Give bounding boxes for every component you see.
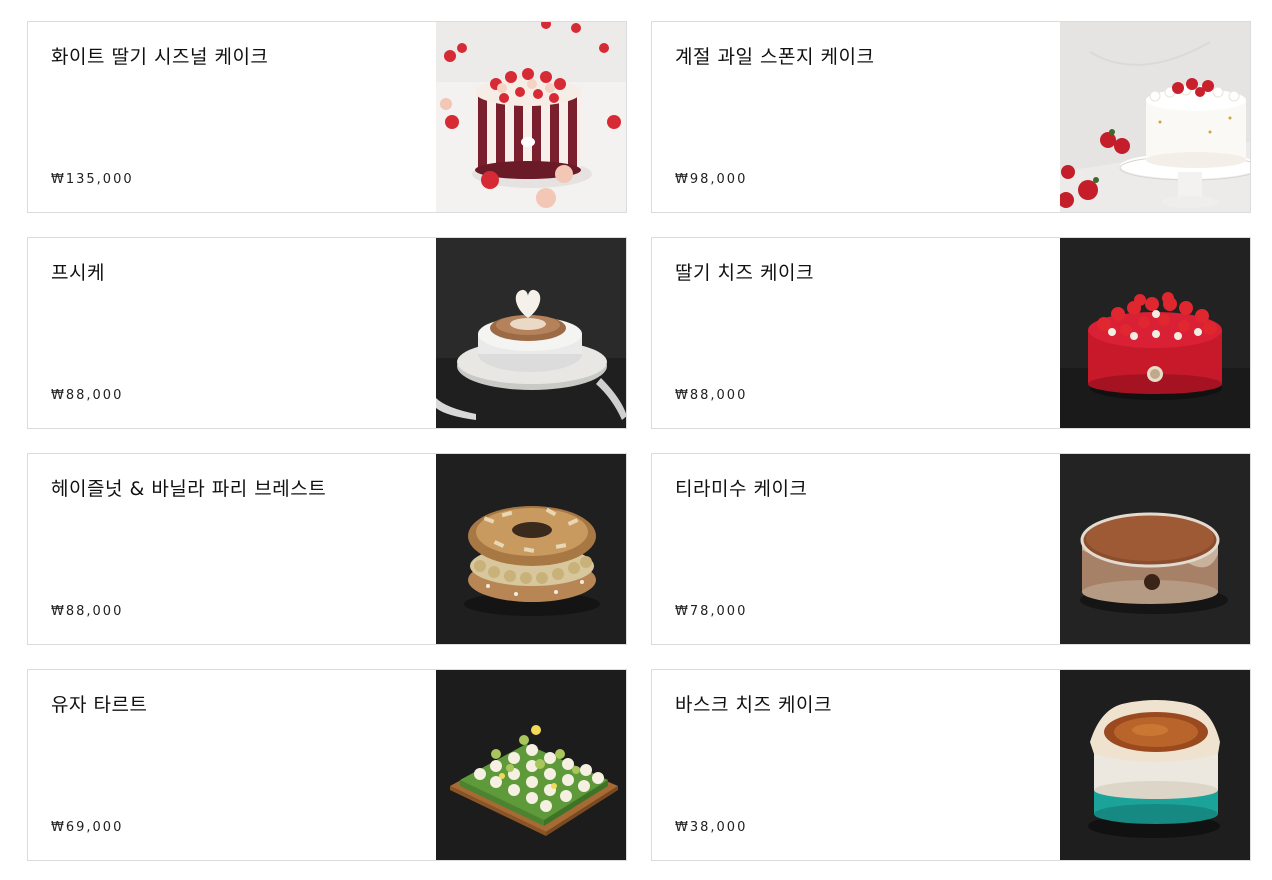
product-image[interactable] <box>435 238 626 428</box>
product-image[interactable] <box>1059 670 1250 860</box>
product-image[interactable] <box>435 22 626 212</box>
product-info: 계절 과일 스폰지 케이크 ₩98,000 <box>652 22 1060 212</box>
product-price: ₩135,000 <box>51 172 134 187</box>
product-info: 프시케 ₩88,000 <box>28 238 436 428</box>
yuzu-tart-photo <box>435 670 626 860</box>
product-image[interactable] <box>1059 454 1250 644</box>
product-card-yuzu-tart[interactable]: 유자 타르트 ₩69,000 <box>27 669 627 861</box>
product-card-seasonal-fruit-sponge-cake[interactable]: 계절 과일 스폰지 케이크 ₩98,000 <box>651 21 1251 213</box>
product-card-basque-cheese-cake[interactable]: 바스크 치즈 케이크 ₩38,000 <box>651 669 1251 861</box>
strawberry-cake-photo <box>435 22 626 212</box>
product-price: ₩88,000 <box>675 388 748 403</box>
product-card-strawberry-cheese-cake[interactable]: 딸기 치즈 케이크 ₩88,000 <box>651 237 1251 429</box>
product-price: ₩78,000 <box>675 604 748 619</box>
basque-cheese-cake-photo <box>1059 670 1250 860</box>
product-price: ₩69,000 <box>51 820 124 835</box>
product-image[interactable] <box>435 454 626 644</box>
product-info: 화이트 딸기 시즈널 케이크 ₩135,000 <box>28 22 436 212</box>
sponge-cake-photo <box>1059 22 1250 212</box>
strawberry-cheese-cake-photo <box>1059 238 1250 428</box>
product-info: 티라미수 케이크 ₩78,000 <box>652 454 1060 644</box>
product-name[interactable]: 프시케 <box>51 258 105 285</box>
product-price: ₩88,000 <box>51 604 124 619</box>
product-card-tiramisu-cake[interactable]: 티라미수 케이크 ₩78,000 <box>651 453 1251 645</box>
product-name[interactable]: 유자 타르트 <box>51 690 147 717</box>
product-name[interactable]: 화이트 딸기 시즈널 케이크 <box>51 42 268 69</box>
product-info: 바스크 치즈 케이크 ₩38,000 <box>652 670 1060 860</box>
product-info: 유자 타르트 ₩69,000 <box>28 670 436 860</box>
product-grid: 화이트 딸기 시즈널 케이크 ₩135,000 계절 과일 스폰지 케이크 ₩9… <box>0 0 1272 880</box>
product-image[interactable] <box>435 670 626 860</box>
product-name[interactable]: 바스크 치즈 케이크 <box>675 690 832 717</box>
paris-brest-photo <box>435 454 626 644</box>
product-price: ₩98,000 <box>675 172 748 187</box>
product-image[interactable] <box>1059 22 1250 212</box>
product-card-white-strawberry-cake[interactable]: 화이트 딸기 시즈널 케이크 ₩135,000 <box>27 21 627 213</box>
product-info: 헤이즐넛 & 바닐라 파리 브레스트 ₩88,000 <box>28 454 436 644</box>
product-name[interactable]: 티라미수 케이크 <box>675 474 807 501</box>
psyche-cake-photo <box>435 238 626 428</box>
tiramisu-cake-photo <box>1059 454 1250 644</box>
product-price: ₩38,000 <box>675 820 748 835</box>
product-card-psyche[interactable]: 프시케 ₩88,000 <box>27 237 627 429</box>
product-name[interactable]: 헤이즐넛 & 바닐라 파리 브레스트 <box>51 474 326 501</box>
product-price: ₩88,000 <box>51 388 124 403</box>
product-image[interactable] <box>1059 238 1250 428</box>
product-info: 딸기 치즈 케이크 ₩88,000 <box>652 238 1060 428</box>
product-name[interactable]: 딸기 치즈 케이크 <box>675 258 814 285</box>
product-card-hazelnut-vanilla-paris-brest[interactable]: 헤이즐넛 & 바닐라 파리 브레스트 ₩88,000 <box>27 453 627 645</box>
product-name[interactable]: 계절 과일 스폰지 케이크 <box>675 42 874 69</box>
